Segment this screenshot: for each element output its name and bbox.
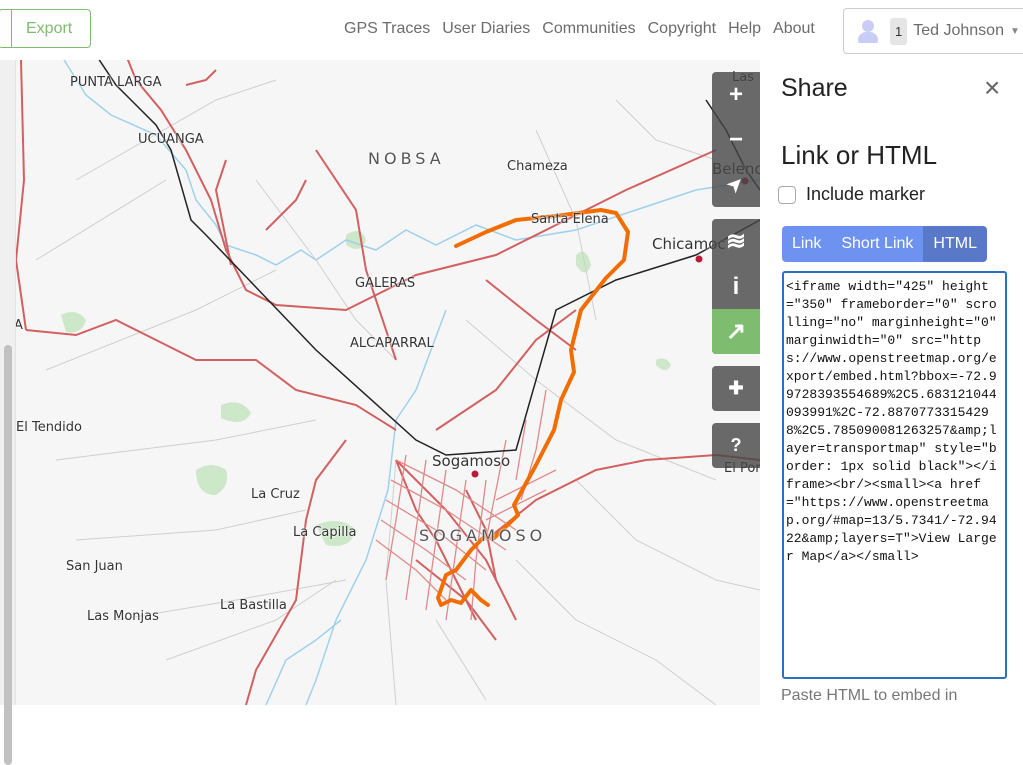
add-note-icon: ✚ <box>728 378 744 398</box>
include-marker-checkbox[interactable] <box>778 185 796 204</box>
map-label: La Cruz <box>251 487 300 502</box>
panel-title: Share <box>781 74 848 102</box>
section-title: Link or HTML <box>781 140 938 170</box>
export-button[interactable]: Export <box>0 9 91 48</box>
map-key-button[interactable]: i <box>712 264 760 309</box>
share-icon: ↗ <box>725 318 747 345</box>
include-marker-row[interactable]: Include marker <box>778 184 925 205</box>
map-label: SOGAMOSO <box>419 526 547 545</box>
share-button[interactable]: ↗ <box>712 309 760 354</box>
map-controls: + − ➤ ≋ i ↗ ✚ ? <box>712 72 760 480</box>
station-marker <box>695 255 703 263</box>
map-label: UCUANGA <box>138 132 204 147</box>
user-menu-button[interactable]: 1 Ted Johnson ▼ <box>843 8 1023 54</box>
message-count-badge: 1 <box>890 17 908 45</box>
map-label: Santa Elena <box>531 212 609 227</box>
query-controls: ? <box>712 423 760 468</box>
main-nav: GPS Traces User Diaries Communities Copy… <box>344 20 815 38</box>
query-features-button[interactable]: ? <box>712 423 760 468</box>
map-view[interactable]: PUNTA LARGA UCUANGA NOBSA Chameza Santa … <box>16 60 760 705</box>
nav-gps-traces[interactable]: GPS Traces <box>344 20 430 38</box>
map-label: ALCAPARRAL <box>350 336 434 351</box>
include-marker-label: Include marker <box>806 184 926 204</box>
map-label: Sogamoso <box>432 452 511 470</box>
embed-help-text: Paste HTML to embed in <box>781 687 958 704</box>
nav-communities[interactable]: Communities <box>542 20 635 38</box>
scrollbar-thumb[interactable] <box>4 345 12 765</box>
chevron-down-icon: ▼ <box>1009 25 1020 37</box>
locate-button[interactable]: ➤ <box>712 162 760 207</box>
add-note-button[interactable]: ✚ <box>712 366 760 411</box>
map-label: Chameza <box>507 159 568 174</box>
zoom-out-button[interactable]: − <box>712 117 760 162</box>
zoom-in-button[interactable]: + <box>712 72 760 117</box>
export-label: Export <box>26 19 73 37</box>
route-track <box>436 208 630 607</box>
nav-copyright[interactable]: Copyright <box>648 20 716 38</box>
layers-button[interactable]: ≋ <box>712 219 760 264</box>
location-arrow-icon: ➤ <box>723 171 749 197</box>
top-navigation-bar: Export GPS Traces User Diaries Communiti… <box>0 0 1023 60</box>
close-icon[interactable]: × <box>984 72 1000 104</box>
nav-user-diaries[interactable]: User Diaries <box>442 20 530 38</box>
embed-code-textarea[interactable]: <iframe width="425" height="350" framebo… <box>782 271 1007 679</box>
user-name: Ted Johnson <box>913 22 1004 39</box>
layers-icon: ≋ <box>725 228 747 255</box>
map-scrollbar[interactable] <box>0 60 16 765</box>
railway <box>98 60 760 456</box>
query-cursor-icon: ? <box>730 435 742 455</box>
share-format-tabs: Link Short Link HTML <box>782 226 987 262</box>
map-label: PUNTA LARGA <box>70 75 162 90</box>
station-marker <box>471 470 479 478</box>
info-icon: i <box>732 272 740 300</box>
nav-help[interactable]: Help <box>728 20 761 38</box>
note-controls: ✚ <box>712 366 760 411</box>
map-label: El Tendido <box>16 420 82 435</box>
share-panel: Share × Link or HTML Include marker Link… <box>760 60 1023 705</box>
map-label: La Bastilla <box>220 598 287 613</box>
plus-icon: + <box>728 80 743 108</box>
navigation-controls: + − ➤ <box>712 72 760 207</box>
map-label: San Juan <box>66 559 123 574</box>
map-label: NOBSA <box>368 149 445 168</box>
tab-link[interactable]: Link <box>782 226 832 262</box>
minus-icon: − <box>728 125 743 153</box>
panel-controls: ≋ i ↗ <box>712 219 760 354</box>
nav-about[interactable]: About <box>773 20 815 38</box>
avatar-icon <box>856 19 880 43</box>
map-label: GALERAS <box>355 276 416 291</box>
tab-short-link[interactable]: Short Link <box>831 226 924 262</box>
map-label: A <box>16 318 23 333</box>
map-label: Las Monjas <box>87 609 159 624</box>
tab-html[interactable]: HTML <box>923 226 987 262</box>
button-divider <box>11 10 12 47</box>
map-label: La Capilla <box>293 525 357 540</box>
